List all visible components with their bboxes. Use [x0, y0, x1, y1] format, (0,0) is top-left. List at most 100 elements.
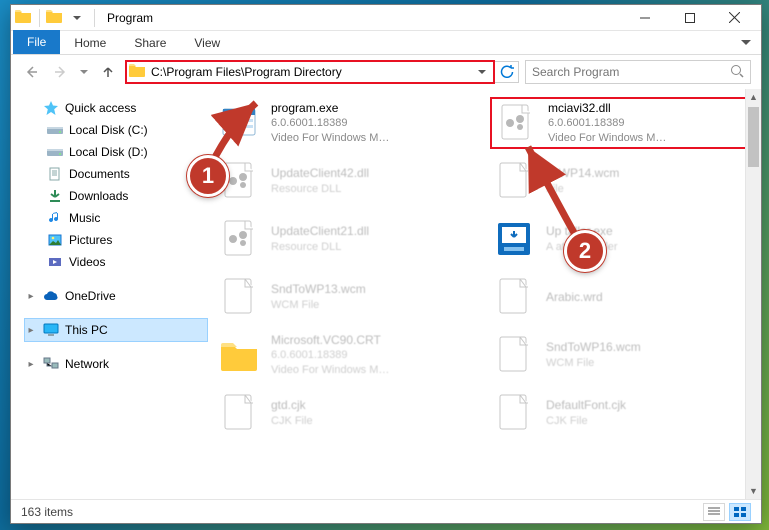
file-detail: Video For Windows M…	[271, 131, 389, 146]
maximize-button[interactable]	[667, 6, 712, 30]
minimize-button[interactable]	[622, 6, 667, 30]
sidebar-item-music[interactable]: Music	[25, 207, 207, 229]
scroll-up-button[interactable]: ▲	[746, 89, 761, 105]
file-type-icon	[217, 101, 261, 145]
sidebar-item-downloads[interactable]: Downloads	[25, 185, 207, 207]
file-item[interactable]: ToWP14.wcmFile	[490, 155, 757, 207]
sidebar-network[interactable]: ▸Network	[25, 353, 207, 375]
file-name: Microsoft.VC90.CRT	[271, 332, 389, 348]
file-detail: 6.0.6001.18389	[548, 116, 666, 131]
sidebar-item-label: Local Disk (D:)	[69, 145, 148, 159]
content-area: Quick access Local Disk (C:) Local Disk …	[11, 89, 761, 499]
refresh-button[interactable]	[495, 61, 519, 83]
documents-icon	[47, 166, 63, 182]
file-item[interactable]: DefaultFont.cjkCJK File	[490, 387, 757, 439]
file-detail: File	[546, 182, 619, 197]
explorer-window: Program File Home Share View	[10, 4, 762, 524]
this-pc-icon	[43, 322, 59, 338]
sidebar-this-pc[interactable]: ▸This PC	[25, 319, 207, 341]
file-item[interactable]: mciavi32.dll6.0.6001.18389Video For Wind…	[490, 97, 757, 149]
file-type-icon	[492, 333, 536, 377]
file-type-icon	[217, 217, 261, 261]
sidebar-item-drive-c[interactable]: Local Disk (C:)	[25, 119, 207, 141]
status-item-count: 163 items	[21, 505, 73, 519]
tab-share[interactable]: Share	[120, 32, 180, 54]
file-item[interactable]: Up taller.exeA ates installer	[490, 213, 757, 265]
window-title: Program	[107, 11, 153, 25]
file-meta: Arabic.wrd	[546, 289, 603, 305]
file-name: Arabic.wrd	[546, 289, 603, 305]
callout-marker-1: 1	[187, 155, 229, 197]
address-bar[interactable]	[125, 60, 495, 84]
file-name: UpdateClient21.dll	[271, 223, 369, 239]
file-name: SndToWP16.wcm	[546, 339, 641, 355]
file-detail: 6.0.6001.18389	[271, 116, 389, 131]
ribbon-expand[interactable]	[731, 32, 761, 54]
sidebar-item-pictures[interactable]: Pictures	[25, 229, 207, 251]
details-view-button[interactable]	[703, 503, 725, 521]
sidebar-item-label: Music	[69, 211, 100, 225]
tab-home[interactable]: Home	[60, 32, 120, 54]
file-item[interactable]: program.exe6.0.6001.18389Video For Windo…	[215, 97, 482, 149]
file-type-icon	[492, 275, 536, 319]
file-item[interactable]: Microsoft.VC90.CRT6.0.6001.18389Video Fo…	[215, 329, 482, 381]
music-icon	[47, 210, 63, 226]
back-button[interactable]	[21, 61, 43, 83]
close-button[interactable]	[712, 6, 757, 30]
forward-button[interactable]	[49, 61, 71, 83]
vertical-scrollbar[interactable]: ▲ ▼	[745, 89, 761, 499]
search-box[interactable]	[525, 60, 751, 84]
titlebar: Program	[11, 5, 761, 31]
videos-icon	[47, 254, 63, 270]
address-dropdown[interactable]	[473, 62, 491, 82]
sidebar-item-label: OneDrive	[65, 289, 116, 303]
divider	[94, 9, 95, 27]
qat-dropdown[interactable]	[68, 9, 86, 27]
file-meta: gtd.cjkCJK File	[271, 397, 313, 428]
file-detail: Resource DLL	[271, 240, 369, 255]
file-item[interactable]: Arabic.wrd	[490, 271, 757, 323]
file-detail: WCM File	[271, 298, 366, 313]
sidebar-item-label: Quick access	[65, 101, 136, 115]
folder-icon	[15, 9, 33, 27]
search-input[interactable]	[532, 65, 730, 79]
file-detail: CJK File	[271, 414, 313, 429]
sidebar-onedrive[interactable]: ▸OneDrive	[25, 285, 207, 307]
file-detail: CJK File	[546, 414, 626, 429]
file-name: ToWP14.wcm	[546, 165, 619, 181]
sidebar-item-label: Videos	[69, 255, 105, 269]
file-item[interactable]: SndToWP16.wcmWCM File	[490, 329, 757, 381]
up-button[interactable]	[97, 61, 119, 83]
drive-icon	[47, 122, 63, 138]
file-name: gtd.cjk	[271, 397, 313, 413]
pictures-icon	[47, 232, 63, 248]
file-meta: DefaultFont.cjkCJK File	[546, 397, 626, 428]
file-meta: Microsoft.VC90.CRT6.0.6001.18389Video Fo…	[271, 332, 389, 378]
tab-file[interactable]: File	[13, 30, 60, 54]
onedrive-icon	[43, 288, 59, 304]
sidebar-item-documents[interactable]: Documents	[25, 163, 207, 185]
chevron-right-icon: ▸	[25, 325, 37, 336]
downloads-icon	[47, 188, 63, 204]
scroll-thumb[interactable]	[748, 107, 759, 167]
file-list-pane: program.exe6.0.6001.18389Video For Windo…	[207, 89, 761, 499]
address-input[interactable]	[151, 65, 473, 79]
file-name: SndToWP13.wcm	[271, 281, 366, 297]
tiles-view-button[interactable]	[729, 503, 751, 521]
sidebar-item-drive-d[interactable]: Local Disk (D:)	[25, 141, 207, 163]
sidebar-quick-access[interactable]: Quick access	[25, 97, 207, 119]
file-detail: WCM File	[546, 356, 641, 371]
sidebar-item-label: Pictures	[69, 233, 112, 247]
file-item[interactable]: gtd.cjkCJK File	[215, 387, 482, 439]
divider	[39, 9, 40, 27]
recent-dropdown[interactable]	[77, 61, 91, 83]
tab-view[interactable]: View	[180, 32, 234, 54]
scroll-down-button[interactable]: ▼	[746, 483, 761, 499]
sidebar-item-videos[interactable]: Videos	[25, 251, 207, 273]
file-item[interactable]: UpdateClient42.dllResource DLL	[215, 155, 482, 207]
file-type-icon	[492, 217, 536, 261]
file-item[interactable]: UpdateClient21.dllResource DLL	[215, 213, 482, 265]
folder-icon	[46, 9, 64, 27]
file-type-icon	[217, 275, 261, 319]
file-item[interactable]: SndToWP13.wcmWCM File	[215, 271, 482, 323]
